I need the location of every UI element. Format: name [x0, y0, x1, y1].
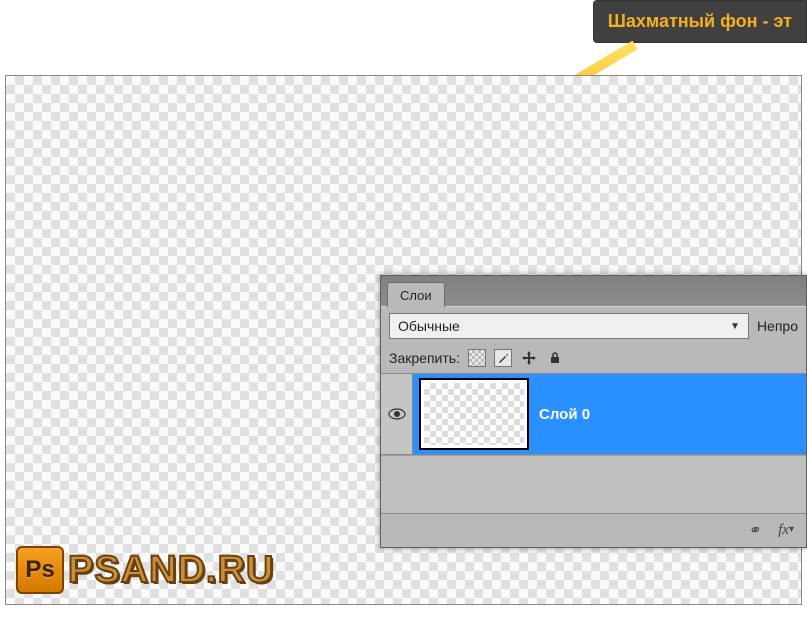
lock-transparency-icon[interactable]	[468, 349, 486, 367]
annotation-text: Шахматный фон - эт	[608, 11, 792, 31]
annotation-tooltip: Шахматный фон - эт	[593, 0, 807, 43]
opacity-label: Непро	[757, 318, 798, 334]
ps-logo-icon: Ps	[16, 546, 64, 594]
watermark-text: PSAND.RU	[68, 549, 274, 592]
tab-layers[interactable]: Слои	[387, 282, 445, 307]
layers-panel: Слои Обычные ▼ Непро Закрепить:	[380, 275, 807, 548]
layer-list: Слой 0	[381, 373, 806, 455]
visibility-toggle[interactable]	[381, 374, 413, 454]
eye-icon	[388, 408, 406, 420]
lock-all-icon[interactable]	[546, 349, 564, 367]
fx-button[interactable]: fx▾	[778, 522, 794, 539]
lock-label: Закрепить:	[389, 350, 460, 366]
panel-footer: ⚭ fx▾	[381, 513, 806, 547]
blend-mode-value: Обычные	[398, 318, 460, 334]
blend-mode-select[interactable]: Обычные ▼	[389, 313, 749, 339]
layer-row[interactable]: Слой 0	[381, 373, 806, 455]
dropdown-triangle-icon: ▼	[730, 321, 740, 332]
fx-dropdown-icon: ▾	[789, 524, 794, 535]
layer-name-label[interactable]: Слой 0	[539, 406, 590, 423]
panel-tab-bar: Слои	[381, 276, 806, 306]
thumbnail-checker-icon	[424, 383, 524, 445]
lock-move-icon[interactable]	[520, 349, 538, 367]
lock-brush-icon[interactable]	[494, 349, 512, 367]
watermark: Ps PSAND.RU	[16, 546, 274, 594]
layer-thumbnail[interactable]	[419, 378, 529, 450]
layer-list-empty-area[interactable]	[381, 455, 806, 513]
link-layers-icon[interactable]: ⚭	[748, 521, 761, 540]
